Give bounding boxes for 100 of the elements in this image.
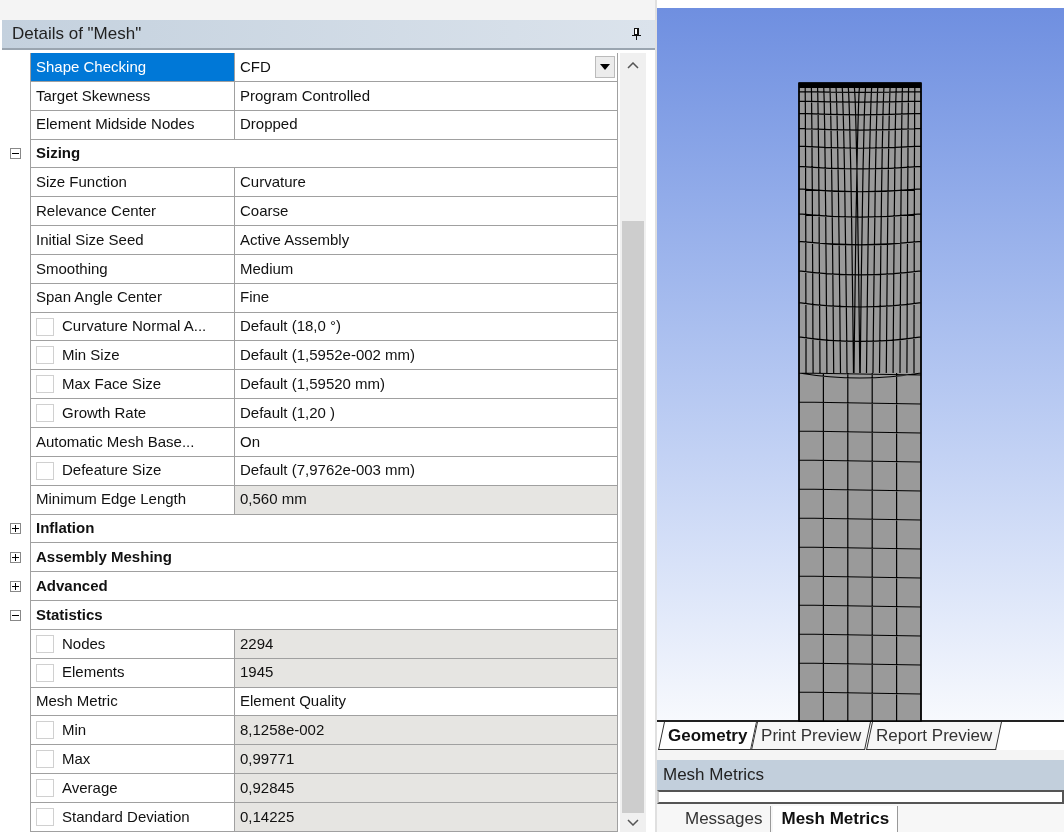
property-label-cell[interactable]: Min [30, 716, 235, 746]
property-value-cell[interactable]: Fine [235, 283, 618, 313]
property-label: Min [62, 720, 87, 741]
property-label-cell[interactable]: Elements [30, 658, 235, 688]
property-value-cell[interactable]: Coarse [235, 197, 618, 227]
property-value: 0,99771 [240, 748, 296, 769]
checkbox[interactable] [36, 779, 54, 797]
property-label-cell[interactable]: Curvature Normal A... [30, 312, 235, 342]
property-value-cell[interactable]: Default (1,5952e-002 mm) [235, 341, 618, 371]
property-label-cell[interactable]: Target Skewness [30, 81, 235, 111]
property-value-cell[interactable]: Curvature [235, 168, 618, 198]
checkbox[interactable] [36, 346, 54, 365]
property-label: Minimum Edge Length [36, 489, 187, 510]
property-value-cell[interactable]: Default (1,20 ) [235, 399, 618, 428]
property-label: Curvature Normal A... [62, 316, 207, 337]
checkbox[interactable] [36, 750, 54, 769]
property-value: Coarse [240, 200, 290, 221]
property-label: Relevance Center [36, 200, 157, 221]
property-label-cell[interactable]: Shape Checking [30, 53, 235, 82]
panel-title: Details of "Mesh" [12, 23, 142, 46]
checkbox[interactable] [36, 375, 54, 394]
dropdown-button[interactable] [595, 55, 615, 78]
scrollbar-thumb[interactable] [622, 221, 644, 813]
property-label: Initial Size Seed [36, 229, 144, 250]
viewport-tab[interactable]: Geometry [658, 722, 758, 750]
collapse-icon[interactable] [9, 148, 21, 160]
property-value-cell[interactable]: Default (18,0 °) [235, 312, 618, 342]
checkbox[interactable] [36, 721, 54, 740]
property-value-cell[interactable]: Default (7,9762e-003 mm) [235, 456, 618, 486]
property-label: Average [62, 777, 118, 798]
property-value: Default (1,5952e-002 mm) [240, 345, 417, 366]
property-value-cell[interactable]: Element Quality [235, 687, 618, 717]
expand-icon[interactable] [9, 552, 21, 564]
viewport-tab[interactable]: Print Preview [751, 722, 872, 750]
property-label-cell[interactable]: Span Angle Center [30, 283, 235, 313]
property-label-cell[interactable]: Automatic Mesh Base... [30, 427, 235, 457]
scroll-down-icon[interactable] [627, 819, 639, 826]
property-label-cell[interactable]: Standard Deviation [30, 802, 235, 832]
group-row[interactable]: Advanced [30, 572, 618, 602]
property-label-cell[interactable]: Size Function [30, 168, 235, 198]
property-label-cell[interactable]: Defeature Size [30, 456, 235, 486]
property-value: Default (1,20 ) [240, 402, 337, 423]
caret-icon [600, 63, 610, 70]
property-value-cell[interactable]: Medium [235, 254, 618, 284]
expand-icon[interactable] [9, 581, 21, 593]
property-value: 0,560 mm [240, 489, 308, 510]
checkbox[interactable] [36, 634, 54, 653]
group-label: Inflation [36, 518, 95, 539]
scrollbar[interactable] [620, 53, 646, 832]
property-value: Fine [240, 287, 271, 308]
property-value-cell[interactable]: CFD [235, 53, 618, 82]
checkbox[interactable] [36, 663, 54, 682]
property-value: Active Assembly [240, 229, 351, 250]
property-label-cell[interactable]: Max [30, 745, 235, 775]
property-label-cell[interactable]: Initial Size Seed [30, 226, 235, 255]
property-label: Automatic Mesh Base... [36, 431, 195, 452]
property-label-cell[interactable]: Smoothing [30, 254, 235, 284]
property-label: Smoothing [36, 258, 108, 279]
property-value: Default (1,59520 mm) [240, 373, 387, 394]
group-row[interactable]: Assembly Meshing [30, 543, 618, 573]
property-label-cell[interactable]: Relevance Center [30, 197, 235, 227]
property-value: 8,1258e-002 [240, 720, 326, 741]
property-label: Elements [62, 662, 125, 683]
viewport-tab[interactable]: Report Preview [865, 722, 1002, 750]
property-label-cell[interactable]: Growth Rate [30, 399, 235, 428]
checkbox[interactable] [36, 404, 54, 423]
property-value: 2294 [240, 633, 275, 654]
property-label-cell[interactable]: Minimum Edge Length [30, 485, 235, 515]
property-label-cell[interactable]: Mesh Metric [30, 687, 235, 717]
property-label: Shape Checking [36, 56, 147, 77]
property-value: 1945 [240, 662, 275, 683]
expand-icon[interactable] [9, 523, 21, 535]
property-value-cell[interactable]: Program Controlled [235, 81, 618, 111]
property-value-cell[interactable]: On [235, 427, 618, 457]
property-value-cell[interactable]: Default (1,59520 mm) [235, 370, 618, 400]
collapse-icon[interactable] [9, 609, 21, 621]
property-value: Curvature [240, 172, 307, 193]
checkbox[interactable] [36, 807, 54, 826]
property-value-cell[interactable]: Dropped [235, 110, 618, 140]
checkbox[interactable] [36, 461, 54, 480]
group-row[interactable]: Sizing [30, 139, 618, 169]
property-label: Size Function [36, 172, 127, 193]
group-label: Sizing [36, 143, 81, 164]
group-label: Assembly Meshing [36, 547, 172, 567]
splitter-bar[interactable] [657, 750, 1064, 760]
property-label-cell[interactable]: Max Face Size [30, 370, 235, 400]
property-label-cell[interactable]: Average [30, 774, 235, 803]
property-label-cell[interactable]: Nodes [30, 629, 235, 659]
pin-icon[interactable] [632, 28, 641, 40]
property-label-cell[interactable]: Element Midside Nodes [30, 110, 235, 140]
property-value-cell[interactable]: Active Assembly [235, 226, 618, 255]
group-row[interactable]: Statistics [30, 601, 618, 630]
checkbox[interactable] [36, 317, 54, 336]
group-row[interactable]: Inflation [30, 514, 618, 544]
property-label: Max [62, 748, 91, 769]
scroll-up-icon[interactable] [627, 62, 639, 69]
graphics-viewport[interactable] [657, 8, 1064, 720]
bottom-tab[interactable]: Mesh Metrics [773, 806, 899, 832]
property-label: Max Face Size [62, 373, 162, 394]
property-label-cell[interactable]: Min Size [30, 341, 235, 371]
